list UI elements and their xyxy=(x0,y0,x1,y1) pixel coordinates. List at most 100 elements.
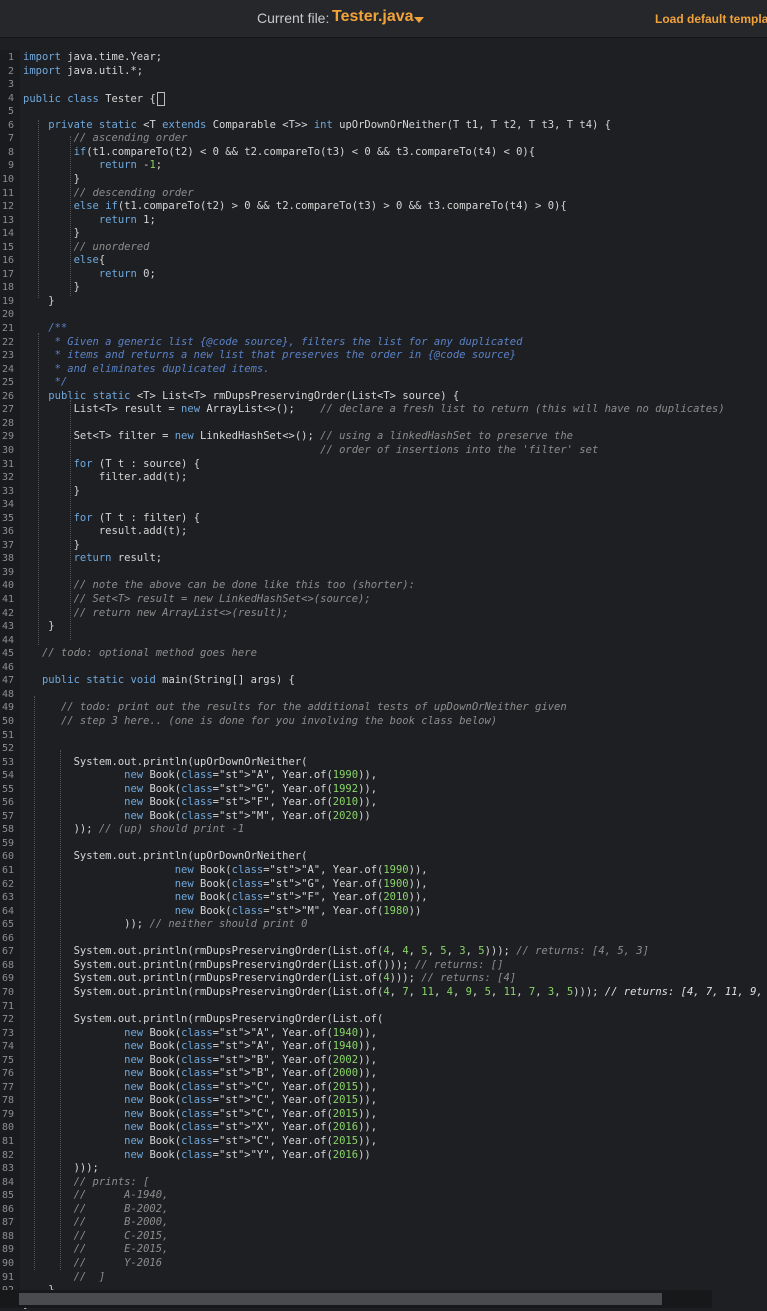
code-line: else{ xyxy=(73,254,106,267)
code-line: // ascending order xyxy=(73,132,188,145)
line-number: 35 xyxy=(1,512,14,524)
code-line: List<T> result = new ArrayList<>(); // d… xyxy=(23,403,725,416)
line-number: 58 xyxy=(1,824,14,836)
code-line: new Book(class="st">"Y", Year.of(2016)) xyxy=(124,1148,371,1161)
line-number: 87 xyxy=(1,1217,14,1229)
line-number: 68 xyxy=(1,959,14,971)
line-number: 54 xyxy=(1,770,14,782)
line-number: 82 xyxy=(1,1149,14,1161)
code-line: for (T t : filter) { xyxy=(73,511,201,524)
line-number-gutter: 1 2 3 4 5 6 7 8 9 10 11 12 13 14 15 16 17 18 19 20 21 22 23 24 2… xyxy=(0,50,20,1310)
code-line: public static <T> List<T> rmDupsPreservi… xyxy=(48,389,460,402)
code-line: // note the above can be done like this … xyxy=(73,579,415,592)
line-number: 76 xyxy=(1,1068,14,1080)
code-line: new Book(class="st">"F", Year.of(2010)), xyxy=(174,891,428,904)
code-line: new Book(class="st">"B", Year.of(2002)), xyxy=(124,1053,378,1066)
code-line: // E-2015, xyxy=(73,1243,169,1256)
line-number: 7 xyxy=(7,133,14,145)
code-line: // todo: optional method goes here xyxy=(41,647,257,660)
line-number: 27 xyxy=(1,404,14,416)
line-number: 57 xyxy=(1,810,14,822)
line-number: 74 xyxy=(1,1041,14,1053)
line-number: 1 xyxy=(7,52,14,63)
code-line: // return new ArrayList<>(result); xyxy=(73,606,289,619)
line-number: 44 xyxy=(1,634,14,646)
code-line: } xyxy=(23,227,80,240)
line-number: 41 xyxy=(1,594,14,605)
line-number: 80 xyxy=(1,1122,14,1134)
code-line: return 0; xyxy=(98,267,156,280)
code-line: // A-1940, xyxy=(73,1189,169,1202)
current-file-label: Current file: xyxy=(257,10,330,26)
line-number: 12 xyxy=(1,201,14,213)
code-line: System.out.println(rmDupsPreservingOrder… xyxy=(23,1013,384,1026)
file-selector[interactable]: Tester.java xyxy=(332,8,414,26)
chevron-down-icon[interactable] xyxy=(414,17,424,23)
line-number: 83 xyxy=(1,1163,14,1175)
code-line: new Book(class="st">"G", Year.of(1900)), xyxy=(174,877,428,890)
line-number: 79 xyxy=(1,1108,14,1120)
line-number: 2 xyxy=(7,65,14,77)
line-number: 70 xyxy=(1,986,14,998)
load-default-template-button[interactable]: Load default template xyxy=(655,12,767,26)
line-number: 8 xyxy=(7,146,14,158)
code-line: } xyxy=(23,538,80,551)
code-line: new Book(class="st">"X", Year.of(2016)), xyxy=(124,1121,378,1134)
line-number: 24 xyxy=(1,363,14,375)
code-line: // B-2002, xyxy=(73,1202,169,1215)
line-number: 29 xyxy=(1,431,14,443)
line-number: 23 xyxy=(1,350,14,362)
code-line: * Given a generic list {@code source}, f… xyxy=(23,335,523,348)
code-line: System.out.println(rmDupsPreservingOrder… xyxy=(23,972,517,985)
line-number: 18 xyxy=(1,282,14,294)
line-number: 30 xyxy=(1,444,14,456)
code-line: new Book(class="st">"F", Year.of(2010)), xyxy=(124,796,378,809)
code-line: * items and returns a new list that pres… xyxy=(23,349,517,362)
code-line: import java.util.*; xyxy=(23,64,144,77)
line-number: 65 xyxy=(1,919,14,931)
line-number: 73 xyxy=(1,1027,14,1039)
line-number: 17 xyxy=(1,268,14,280)
code-line: filter.add(t); xyxy=(23,471,188,484)
code-line: new Book(class="st">"C", Year.of(2015)), xyxy=(124,1094,378,1107)
line-number: 45 xyxy=(1,648,14,660)
line-number: 6 xyxy=(7,119,14,131)
code-line: * and eliminates duplicated items. xyxy=(23,362,270,375)
line-number: 84 xyxy=(1,1176,14,1188)
line-number: 88 xyxy=(1,1230,14,1242)
line-number: 38 xyxy=(1,553,14,565)
line-number: 21 xyxy=(1,323,14,334)
code-line: new Book(class="st">"C", Year.of(2015)), xyxy=(124,1080,378,1093)
line-number: 86 xyxy=(1,1203,14,1215)
horizontal-scrollbar[interactable] xyxy=(0,1290,767,1308)
code-editor[interactable]: 1 2 3 4 5 6 7 8 9 10 11 12 13 14 15 16 17 18 19 20 21 22 23 24 2… xyxy=(0,50,767,1310)
line-number: 37 xyxy=(1,539,14,551)
line-number: 72 xyxy=(1,1014,14,1026)
line-number: 10 xyxy=(1,173,14,185)
line-number: 47 xyxy=(1,675,14,687)
code-line: System.out.println(rmDupsPreservingOrder… xyxy=(23,958,504,971)
line-number: 81 xyxy=(1,1136,14,1147)
code-line: // ] xyxy=(73,1270,106,1283)
text-cursor xyxy=(156,91,165,106)
line-number: 22 xyxy=(1,336,14,348)
line-number: 61 xyxy=(1,865,14,876)
line-number: 34 xyxy=(1,499,14,511)
code-line: /** xyxy=(23,322,68,334)
line-number: 3 xyxy=(7,79,14,91)
line-number: 25 xyxy=(1,377,14,389)
line-number: 52 xyxy=(1,743,14,755)
code-line: new Book(class="st">"A", Year.of(1990)), xyxy=(124,769,378,782)
line-number: 51 xyxy=(1,729,14,741)
code-line: new Book(class="st">"A", Year.of(1990)), xyxy=(174,864,428,876)
line-number: 11 xyxy=(1,187,14,199)
scrollbar-thumb[interactable] xyxy=(19,1293,662,1305)
code-line: new Book(class="st">"M", Year.of(1980)) xyxy=(174,904,422,917)
code-line: } xyxy=(23,484,80,497)
code-line: if(t1.compareTo(t2) < 0 && t2.compareTo(… xyxy=(73,145,536,158)
code-line: new Book(class="st">"B", Year.of(2000)), xyxy=(124,1067,378,1080)
line-number: 78 xyxy=(1,1095,14,1107)
code-line: private static <T extends Comparable <T>… xyxy=(48,118,611,131)
code-line: new Book(class="st">"M", Year.of(2020)) xyxy=(124,809,371,822)
line-number: 91 xyxy=(1,1271,14,1283)
